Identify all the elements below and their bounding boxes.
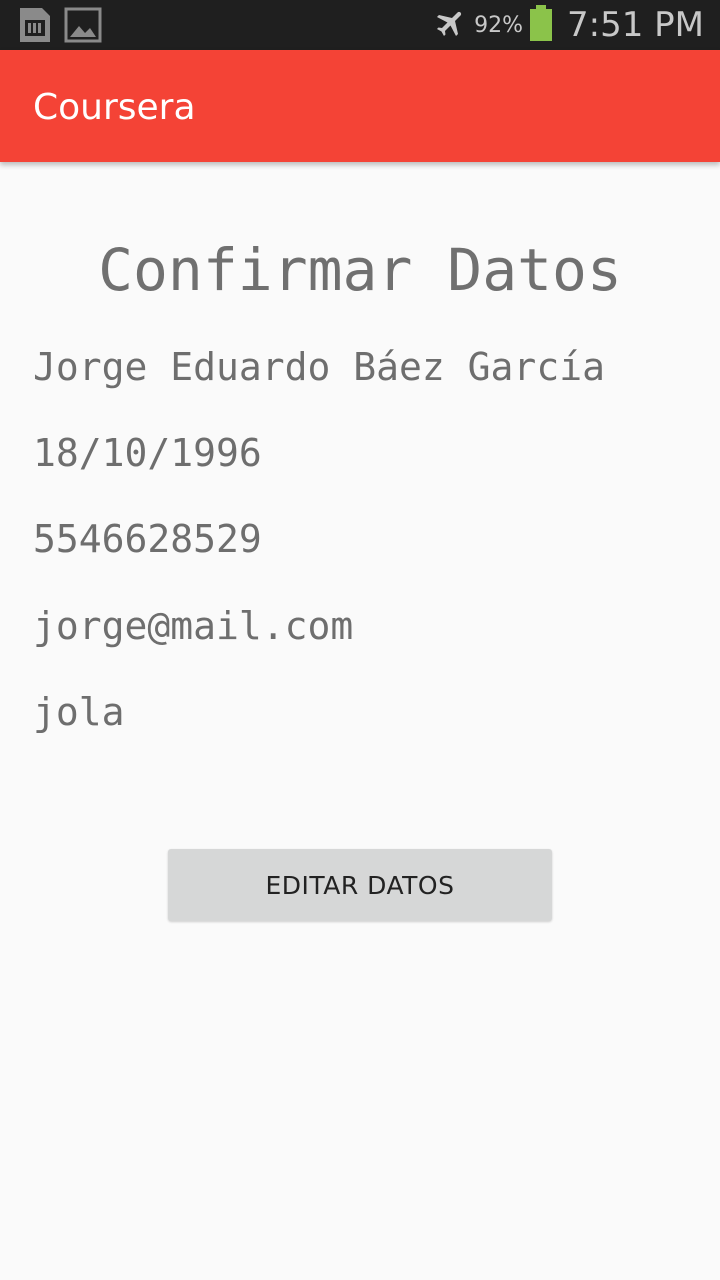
description-value: jola xyxy=(33,690,125,734)
email-value: jorge@mail.com xyxy=(33,604,354,648)
notification-icons xyxy=(18,6,102,48)
app-title: Coursera xyxy=(33,87,196,128)
battery-icon xyxy=(529,5,553,45)
page-title: Confirmar Datos xyxy=(98,236,622,304)
phone-value: 5546628529 xyxy=(33,517,262,561)
sd-card-icon xyxy=(18,6,52,48)
clock: 7:51 PM xyxy=(567,5,704,45)
name-value: Jorge Eduardo Báez García xyxy=(33,345,605,389)
birth-date-value: 18/10/1996 xyxy=(33,431,262,475)
image-icon xyxy=(64,6,102,48)
airplane-mode-icon xyxy=(434,6,468,44)
system-status: 92% 7:51 PM xyxy=(434,0,704,50)
app-bar: Coursera xyxy=(0,50,720,162)
edit-data-button[interactable]: EDITAR DATOS xyxy=(168,849,552,921)
battery-percent: 92% xyxy=(474,12,523,38)
status-bar: 92% 7:51 PM xyxy=(0,0,720,50)
